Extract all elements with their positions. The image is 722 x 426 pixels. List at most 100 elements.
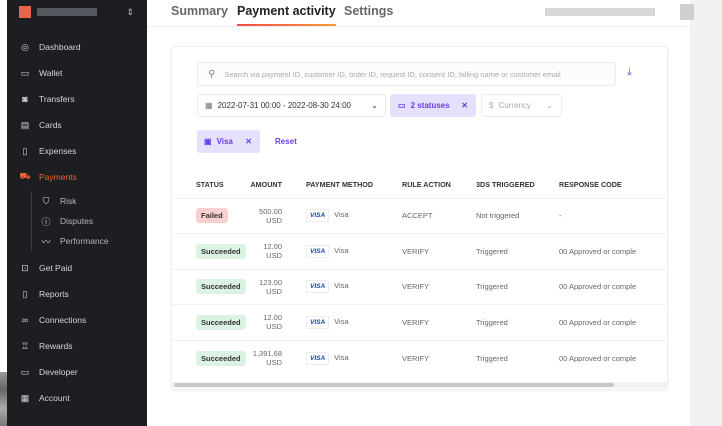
sidebar-item-label: Performance [60, 236, 109, 246]
status-badge: Succeeded [196, 314, 246, 330]
org-switcher[interactable]: ⇕ [14, 5, 134, 19]
org-name-redacted [37, 8, 97, 16]
sidebar-item-label: Dashboard [39, 42, 81, 52]
method-filter[interactable]: ▣ Visa ✕ [197, 130, 260, 153]
search-input[interactable]: ⚲ Search via payment ID, customer ID, or… [197, 62, 616, 86]
sidebar-item-label: Get Paid [39, 263, 73, 273]
tab-summary[interactable]: Summary [171, 4, 228, 18]
rule-action: VERIFY [402, 339, 476, 376]
date-range-picker[interactable]: ▦ 2022-07-31 00:00 - 2022-08-30 24:00 ⌄ [197, 94, 386, 117]
response-code: - [559, 197, 667, 234]
sidebar-item-expenses[interactable]: ▯ Expenses [19, 144, 77, 158]
rule-action: VERIFY [402, 304, 476, 340]
download-icon[interactable]: ⤓ [627, 66, 632, 79]
sidebar-item-cards[interactable]: ▤ Cards [19, 118, 62, 132]
status-badge: Succeeded [196, 350, 246, 366]
currency-label: Currency [498, 101, 531, 110]
payment-method: Visa [334, 316, 349, 326]
right-panel [690, 0, 722, 426]
monitor-icon: ▭ [20, 366, 30, 377]
sidebar-item-get-paid[interactable]: ⊡ Get Paid [19, 261, 72, 275]
table-row[interactable]: Succeeded 12.00 USD VISA Visa VERIFY Trig… [172, 233, 667, 269]
submenu-line [31, 191, 32, 251]
table-row[interactable]: Succeeded 1,391.68 USD VISA Visa VERIFY T… [172, 339, 667, 376]
3ds-triggered: Triggered [476, 304, 559, 340]
sidebar-item-label: Risk [60, 196, 77, 206]
sidebar-item-wallet[interactable]: ▭ Wallet [19, 66, 63, 80]
response-code: 00 Approved or comple [559, 268, 667, 305]
sidebar-item-account[interactable]: ▦ Account [19, 391, 70, 405]
method-filter-label: Visa [216, 137, 233, 146]
currency-icon: $ [489, 101, 494, 110]
store-icon: ▦ [20, 392, 30, 403]
sidebar-item-label: Disputes [60, 216, 94, 226]
chart-line-icon: 〰 [41, 236, 51, 247]
response-code: 00 Approved or comple [559, 304, 667, 340]
3ds-triggered: Triggered [476, 268, 559, 305]
reset-button[interactable]: Reset [275, 137, 297, 146]
sidebar-item-performance[interactable]: 〰 Performance [40, 234, 109, 248]
search-icon: ⚲ [208, 68, 216, 80]
dashboard-icon: ◎ [21, 41, 29, 52]
link-icon: ∞ [21, 315, 29, 325]
amount: 123.00 USD [248, 268, 306, 305]
sidebar: ⇕ ◎ Dashboard ▭ Wallet ◙ Transfers ▤ Cards ▯ Expe… [7, 0, 147, 426]
tag-icon: ▭ [398, 101, 406, 110]
sidebar-item-label: Developer [39, 367, 78, 377]
status-badge: Succeeded [196, 243, 246, 259]
column-header: STATUS [196, 180, 224, 190]
sidebar-item-transfers[interactable]: ◙ Transfers [19, 92, 75, 106]
status-filter[interactable]: ▭ 2 statuses ✕ [390, 94, 476, 117]
response-code: 00 Approved or comple [559, 339, 667, 376]
sidebar-item-label: Transfers [39, 94, 75, 104]
tab-payment-activity[interactable]: Payment activity [237, 4, 336, 26]
cards-icon: ▤ [20, 119, 30, 130]
column-header: 3DS TRIGGERED [476, 180, 535, 190]
payment-method: Visa [334, 352, 349, 362]
table-row[interactable]: Succeeded 123.00 USD VISA Visa VERIFY Tri… [172, 268, 667, 305]
currency-filter[interactable]: $ Currency ⌄ [481, 94, 562, 117]
sidebar-item-risk[interactable]: ⛉ Risk [40, 194, 77, 208]
search-placeholder: Search via payment ID, customer ID, orde… [224, 69, 561, 79]
user-avatar-redacted[interactable] [680, 4, 694, 20]
payment-method: Visa [334, 245, 349, 255]
visa-logo: VISA [306, 280, 330, 294]
payment-method: Visa [334, 281, 349, 291]
rule-action: VERIFY [402, 233, 476, 269]
close-icon[interactable]: ✕ [245, 137, 252, 146]
sidebar-item-label: Cards [39, 120, 62, 130]
date-range-value: 2022-07-31 00:00 - 2022-08-30 24:00 [217, 101, 351, 110]
wallet-icon: ▣ [204, 137, 212, 146]
rule-action: VERIFY [402, 268, 476, 305]
payments-table: STATUS AMOUNT PAYMENT METHOD RULE ACTION 3DS… [172, 172, 667, 376]
table-row[interactable]: Failed 500.00 USD VISA Visa ACCEPT Not tr… [172, 197, 667, 234]
calendar-icon: ▦ [205, 101, 213, 110]
column-header: AMOUNT [250, 180, 282, 190]
status-badge: Succeeded [196, 279, 246, 295]
sidebar-item-label: Account [39, 393, 70, 403]
status-badge: Failed [196, 208, 228, 224]
horizontal-scrollbar[interactable] [174, 383, 614, 387]
visa-logo: VISA [306, 209, 330, 223]
sidebar-item-payments[interactable]: ⛟ Payments [19, 170, 77, 184]
alert-icon: ⓘ [41, 216, 51, 227]
shield-icon: ⛉ [42, 195, 50, 206]
table-row[interactable]: Succeeded 12.00 USD VISA Visa VERIFY Trig… [172, 304, 667, 340]
3ds-triggered: Not triggered [476, 197, 559, 234]
sidebar-item-reports[interactable]: ▯ Reports [19, 287, 69, 301]
tab-settings[interactable]: Settings [344, 4, 393, 18]
sidebar-item-dashboard[interactable]: ◎ Dashboard [19, 40, 81, 54]
sidebar-item-connections[interactable]: ∞ Connections [19, 313, 86, 327]
chevron-down-icon: ⌄ [546, 101, 553, 110]
close-icon[interactable]: ✕ [461, 101, 468, 110]
get-paid-icon: ⊡ [21, 262, 29, 273]
sidebar-item-rewards[interactable]: ♖ Rewards [19, 339, 73, 353]
column-header: PAYMENT METHOD [306, 180, 374, 190]
sidebar-item-developer[interactable]: ▭ Developer [19, 365, 78, 379]
sidebar-item-label: Expenses [39, 146, 77, 156]
3ds-triggered: Triggered [476, 233, 559, 269]
document-icon: ▯ [22, 288, 28, 299]
visa-logo: VISA [306, 315, 330, 329]
sidebar-item-disputes[interactable]: ⓘ Disputes [40, 214, 93, 228]
sidebar-item-label: Payments [39, 172, 77, 182]
